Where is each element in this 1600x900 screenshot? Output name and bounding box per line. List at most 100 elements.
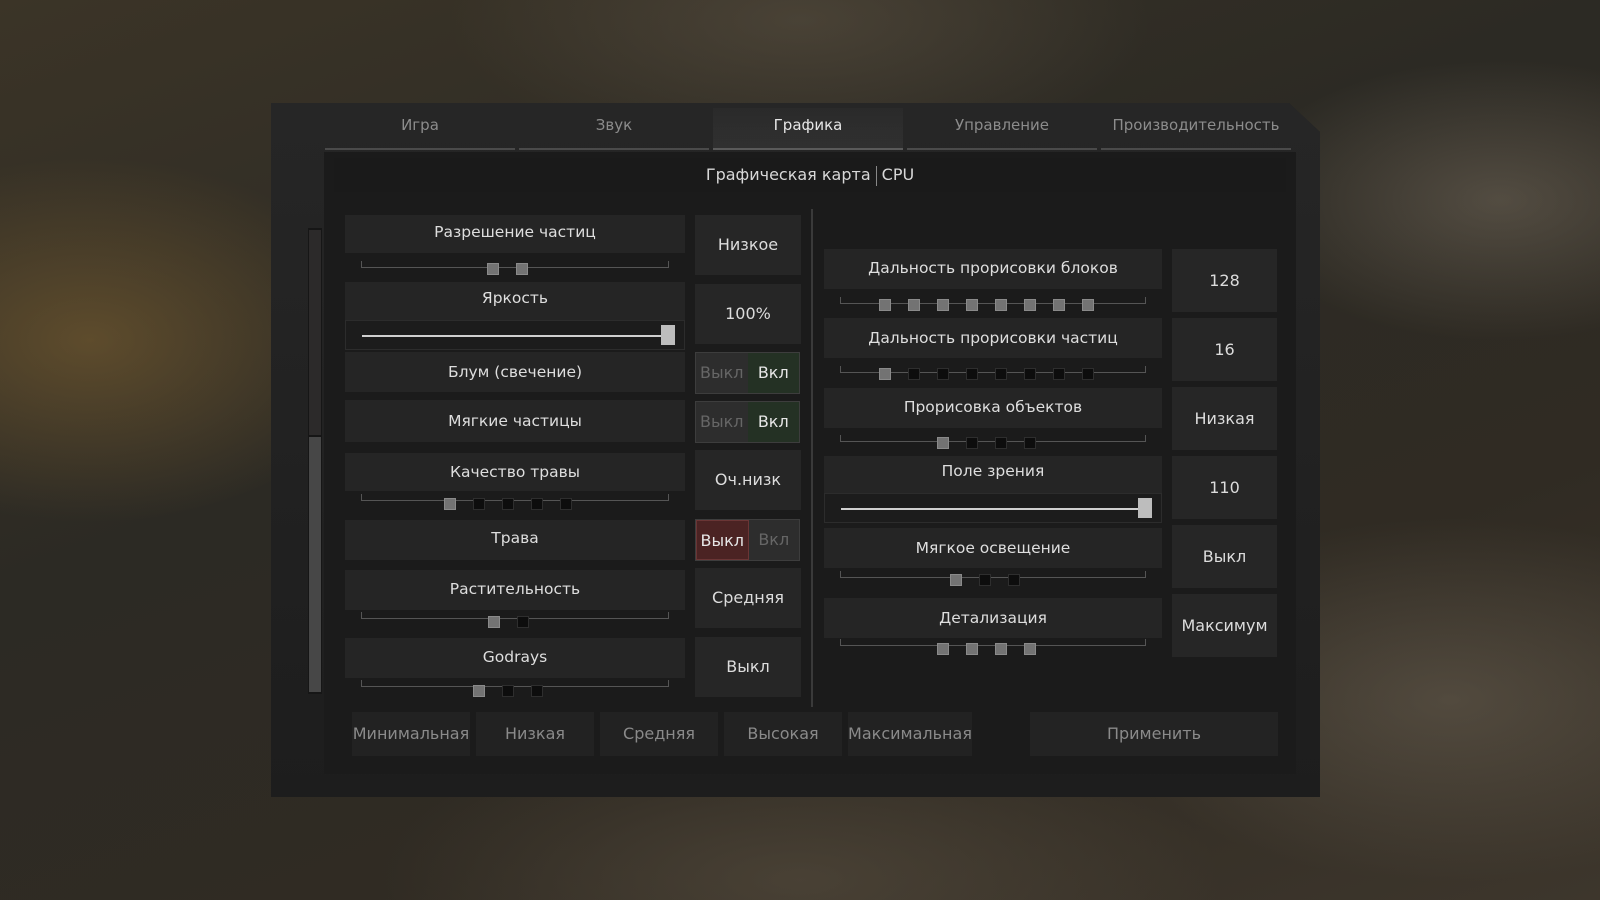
slider-step[interactable] [937,368,949,380]
slider-step[interactable] [487,263,499,275]
vegetation-label: Растительность [345,570,685,610]
bloom-off-button[interactable]: Выкл [696,353,748,393]
scrollbar-upper [309,230,321,435]
apply-button[interactable]: Применить [1030,712,1278,756]
slider-step[interactable] [444,498,456,510]
fov-track [841,508,1145,510]
soft-lighting-slider[interactable] [950,574,1020,586]
grass-quality-label: Качество травы [345,453,685,491]
slider-step[interactable] [516,263,528,275]
preset-medium-button[interactable]: Средняя [600,712,718,756]
tab-game[interactable]: Игра [325,108,515,150]
tab-graphics[interactable]: Графика [713,108,903,150]
slider-step[interactable] [560,498,572,510]
slider-step[interactable] [966,299,978,311]
fov-label: Поле зрения [824,456,1162,494]
slider-step[interactable] [502,685,514,697]
bloom-label: Блум (свечение) [345,352,685,392]
grass-quality-value: Оч.низк [695,450,801,510]
soft-lighting-label: Мягкое освещение [824,528,1162,568]
subtab-divider [875,165,877,186]
soft-lighting-value: Выкл [1172,525,1277,588]
slider-step[interactable] [908,368,920,380]
vegetation-slider[interactable] [488,616,529,628]
fov-value: 110 [1172,456,1277,519]
slider-step[interactable] [502,498,514,510]
slider-step[interactable] [966,643,978,655]
slider-step[interactable] [995,368,1007,380]
slider-step[interactable] [966,368,978,380]
preset-minimal-button[interactable]: Минимальная [352,712,470,756]
slider-step[interactable] [979,574,991,586]
slider-step[interactable] [937,437,949,449]
subtabs: Графическая карта CPU [334,158,1286,192]
soft-particles-toggle: Выкл Вкл [695,401,800,443]
grass-off-button[interactable]: Выкл [696,520,749,560]
bloom-on-button[interactable]: Вкл [747,353,799,393]
brightness-thumb[interactable] [661,325,675,345]
brightness-label: Яркость [345,282,685,320]
grass-quality-slider[interactable] [444,498,572,510]
slider-step[interactable] [879,368,891,380]
soft-particles-off-button[interactable]: Выкл [696,402,748,442]
tab-sound[interactable]: Звук [519,108,709,150]
slider-step[interactable] [531,498,543,510]
slider-step[interactable] [966,437,978,449]
slider-step[interactable] [531,685,543,697]
slider-step[interactable] [937,643,949,655]
slider-step[interactable] [995,437,1007,449]
slider-step[interactable] [1008,574,1020,586]
slider-step[interactable] [488,616,500,628]
slider-step[interactable] [1024,368,1036,380]
particle-resolution-slider[interactable] [487,263,528,275]
slider-step[interactable] [1024,643,1036,655]
vegetation-value: Средняя [695,568,801,628]
preset-maximum-button[interactable]: Максимальная [848,712,972,756]
subtab-gpu[interactable]: Графическая карта [706,165,871,184]
slider-step[interactable] [473,685,485,697]
slider-step[interactable] [879,299,891,311]
godrays-slider[interactable] [473,685,543,697]
brightness-value: 100% [695,284,801,344]
slider-step[interactable] [950,574,962,586]
slider-step[interactable] [995,643,1007,655]
soft-particles-on-button[interactable]: Вкл [747,402,799,442]
brightness-slider[interactable] [345,320,685,350]
tab-controls[interactable]: Управление [907,108,1097,150]
block-distance-slider[interactable] [879,299,1094,311]
slider-step[interactable] [1024,299,1036,311]
preset-high-button[interactable]: Высокая [724,712,842,756]
object-draw-slider[interactable] [937,437,1036,449]
preset-low-button[interactable]: Низкая [476,712,594,756]
grass-on-button[interactable]: Вкл [748,520,799,560]
subtab-cpu[interactable]: CPU [882,165,915,184]
brightness-track [362,335,668,337]
bloom-toggle: Выкл Вкл [695,352,800,394]
slider-step[interactable] [1053,368,1065,380]
slider-step[interactable] [473,498,485,510]
slider-step[interactable] [995,299,1007,311]
slider-step[interactable] [1024,437,1036,449]
object-draw-label: Прорисовка объектов [824,388,1162,428]
column-divider [811,209,813,707]
particle-distance-value: 16 [1172,318,1277,381]
godrays-value: Выкл [695,637,801,697]
scrollbar-thumb[interactable] [309,437,321,692]
detail-label: Детализация [824,598,1162,638]
grass-label: Трава [345,520,685,560]
fov-slider[interactable] [824,493,1162,523]
slider-step[interactable] [908,299,920,311]
slider-step[interactable] [937,299,949,311]
slider-step[interactable] [1082,299,1094,311]
slider-step[interactable] [1082,368,1094,380]
soft-particles-label: Мягкие частицы [345,400,685,442]
fov-thumb[interactable] [1138,498,1152,518]
particle-distance-label: Дальность прорисовки частиц [824,318,1162,358]
slider-step[interactable] [1053,299,1065,311]
block-distance-label: Дальность прорисовки блоков [824,249,1162,289]
detail-value: Максимум [1172,594,1277,657]
slider-step[interactable] [517,616,529,628]
particle-distance-slider[interactable] [879,368,1094,380]
tab-performance[interactable]: Производительность [1101,108,1291,150]
detail-slider[interactable] [937,643,1036,655]
